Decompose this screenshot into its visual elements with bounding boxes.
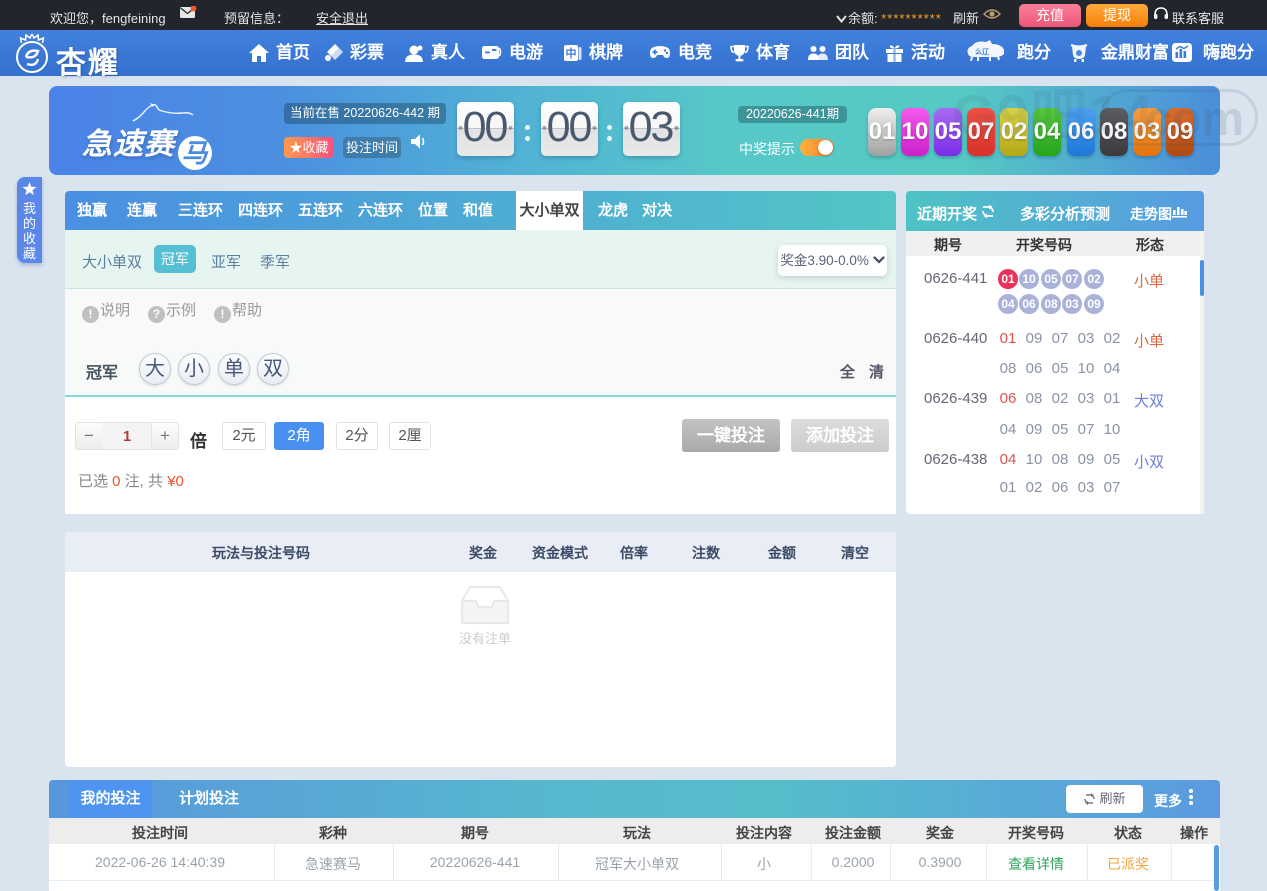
svg-text:么辽: 么辽: [975, 47, 989, 56]
svg-text:中: 中: [566, 46, 577, 60]
